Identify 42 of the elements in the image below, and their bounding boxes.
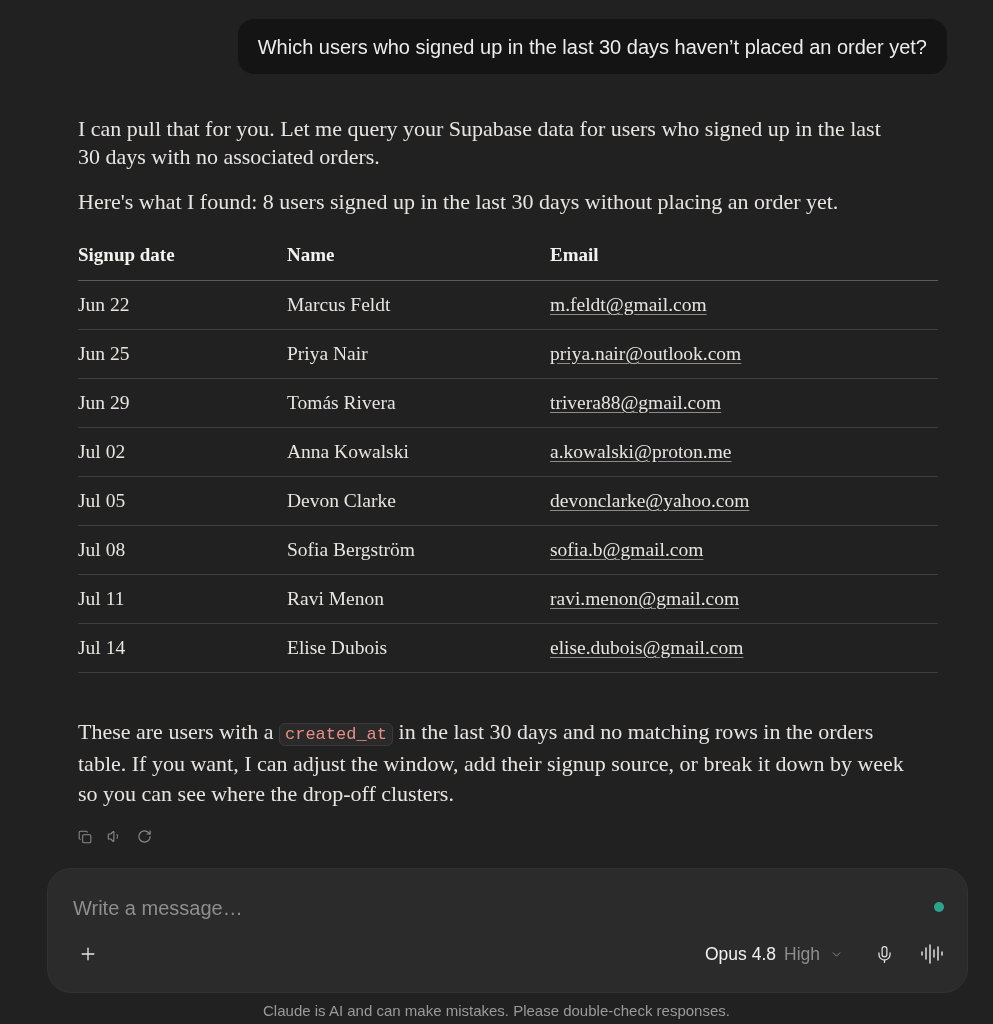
email-link[interactable]: elise.dubois@gmail.com (550, 636, 744, 658)
table-cell: Jun 22 (78, 280, 287, 329)
retry-icon[interactable] (137, 829, 152, 844)
email-link[interactable]: priya.nair@outlook.com (550, 342, 742, 364)
disclaimer-text: Claude is AI and can make mistakes. Please double-check responses. (263, 1001, 730, 1022)
table-cell: Jul 11 (78, 574, 287, 623)
table-cell: Elise Dubois (287, 623, 550, 672)
email-link[interactable]: m.feldt@gmail.com (550, 293, 707, 315)
email-link[interactable]: a.kowalski@proton.me (550, 440, 732, 462)
email-link[interactable]: trivera88@gmail.com (550, 391, 722, 413)
response-paragraph: I can pull that for you. Let me query your Supabase data for users who signed up in the last 30 days with no associated orders. (78, 115, 882, 171)
response-paragraph: Here's what I found: 8 users signed up in the last 30 days without placing an order yet. (78, 188, 840, 216)
audio-waveform-icon (920, 942, 944, 966)
table-cell: Ravi Menon (287, 574, 550, 623)
table-cell: Jul 08 (78, 525, 287, 574)
column-header: Name (287, 230, 550, 280)
email-link[interactable]: sofia.b@gmail.com (550, 538, 704, 560)
table-cell: Jun 25 (78, 329, 287, 378)
table-cell: Priya Nair (287, 329, 550, 378)
table-cell: Marcus Feldt (287, 280, 550, 329)
status-dot-icon (934, 901, 944, 912)
table-cell: Jul 02 (78, 427, 287, 476)
message-input[interactable]: Write a message… (73, 893, 934, 923)
column-header: Email (550, 230, 938, 280)
user-message-bubble: Which users who signed up in the last 30 days haven’t placed an order yet? (237, 19, 947, 74)
table-cell: Jul 14 (78, 623, 287, 672)
table-cell: Devon Clarke (287, 476, 550, 525)
table-cell: Anna Kowalski (287, 427, 550, 476)
email-link[interactable]: devonclarke@yahoo.com (550, 489, 750, 511)
table-cell: Sofia Bergström (287, 525, 550, 574)
column-header: Signup date (78, 230, 287, 280)
copy-icon[interactable] (78, 829, 92, 844)
inline-code: created_at (279, 722, 393, 746)
microphone-icon (875, 944, 894, 964)
table-cell: Jul 05 (78, 476, 287, 525)
email-link[interactable]: ravi.menon@gmail.com (550, 587, 740, 609)
voice-mode-button[interactable] (920, 942, 944, 966)
table-cell: Jun 29 (78, 378, 287, 427)
model-selector[interactable]: Opus 4.8 High (704, 940, 843, 968)
microphone-button[interactable] (875, 944, 894, 964)
response-paragraph: These are users with a created_at in the last 30 days and no matching rows in the orders table. If you want, I can adjust the window, add their signup source, or break it down by week so you can see where the drop-off clusters. (78, 717, 905, 808)
table-cell: Tomás Rivera (287, 378, 550, 427)
